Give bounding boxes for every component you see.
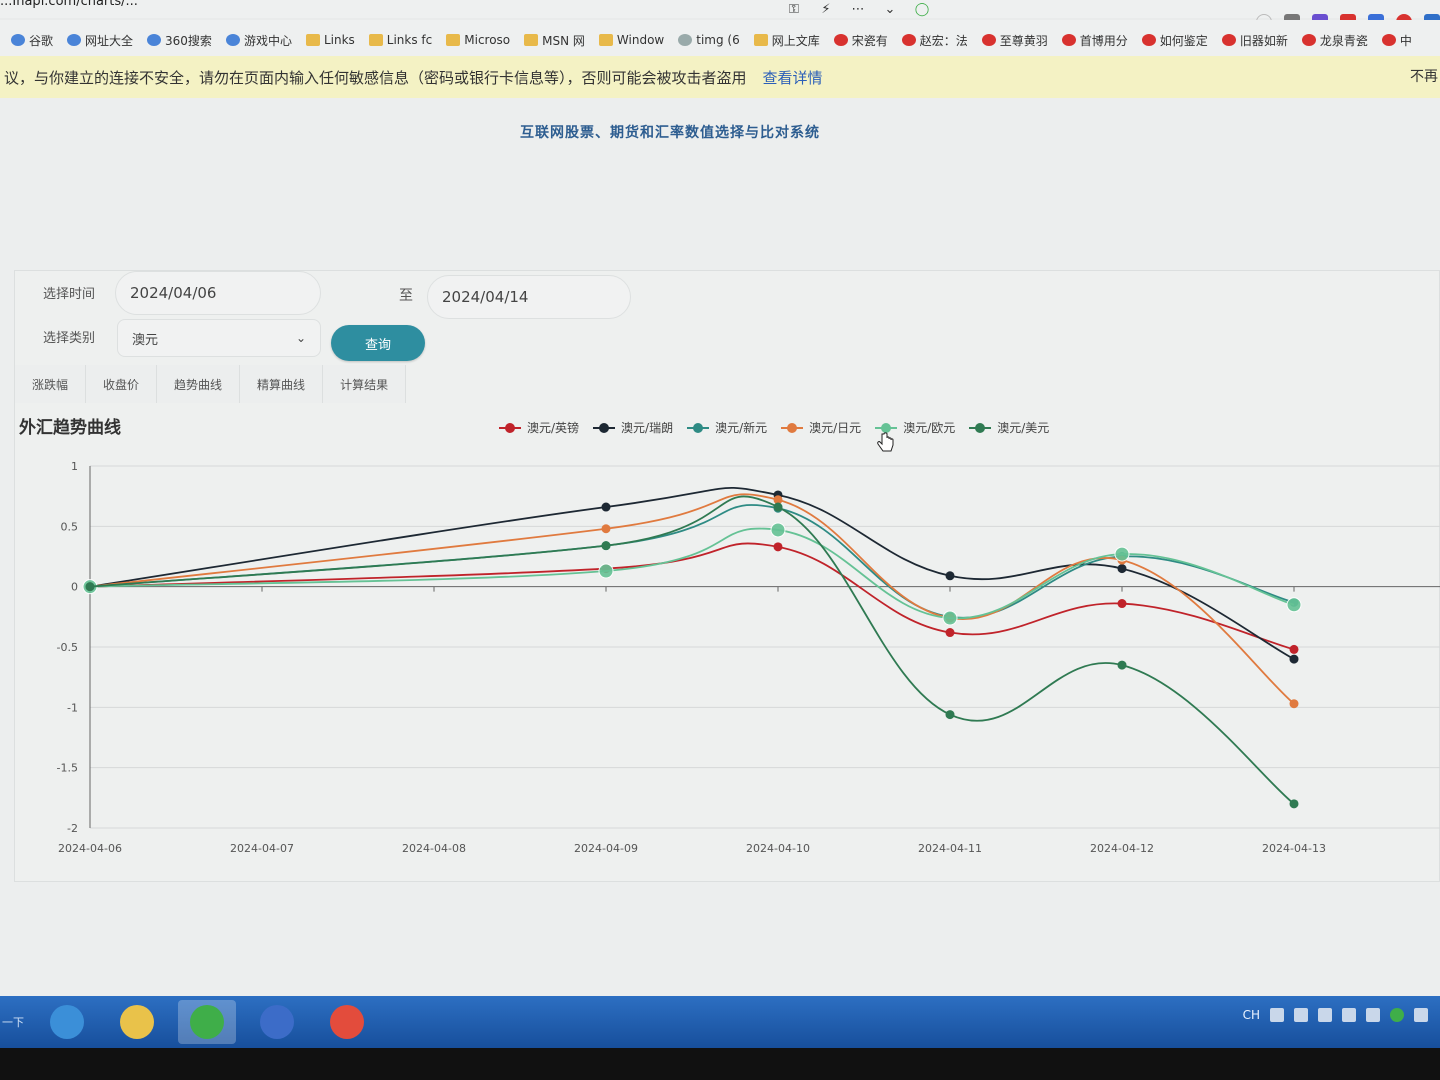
360-browser-icon <box>190 1005 224 1039</box>
system-tray: CH <box>1243 1008 1428 1022</box>
data-point <box>601 502 611 512</box>
windows-taskbar: 一下 CH <box>0 996 1440 1048</box>
x-tick-label: 2024-04-10 <box>746 842 810 855</box>
start-button[interactable]: 一下 <box>0 996 26 1048</box>
y-tick-label: -2 <box>67 822 78 835</box>
y-tick-label: -1.5 <box>57 762 78 775</box>
data-point <box>601 524 611 534</box>
360-tray-icon[interactable] <box>1390 1008 1404 1022</box>
taskbar-app[interactable] <box>318 1000 376 1044</box>
data-point <box>1114 546 1130 562</box>
y-tick-label: -0.5 <box>57 641 78 654</box>
x-tick-label: 2024-04-09 <box>574 842 638 855</box>
y-tick-label: 0 <box>71 581 78 594</box>
data-point <box>85 582 95 592</box>
ime-indicator[interactable]: CH <box>1243 1008 1260 1022</box>
trend-chart: 1 0.5 0 -0.5 -1 -1.5 -2 2024-04-06 2024-04-07 202… <box>57 460 1440 855</box>
data-point <box>770 522 786 538</box>
series-line <box>89 495 1295 805</box>
data-point <box>942 610 958 626</box>
data-point <box>1117 564 1127 574</box>
data-point <box>1289 699 1299 709</box>
volume-icon[interactable] <box>1366 1008 1380 1022</box>
data-point <box>945 710 955 720</box>
network-icon[interactable] <box>1342 1008 1356 1022</box>
taskbar-app[interactable] <box>38 1000 96 1044</box>
y-tick-label: 0.5 <box>61 520 79 533</box>
monitor-bezel <box>0 1048 1440 1080</box>
series-line <box>89 504 1295 619</box>
series-line <box>89 493 1295 705</box>
y-tick-label: 1 <box>71 460 78 473</box>
help-icon[interactable] <box>1294 1008 1308 1022</box>
chrome-icon <box>330 1005 364 1039</box>
explorer-folder-icon <box>120 1005 154 1039</box>
x-tick-label: 2024-04-07 <box>230 842 294 855</box>
data-point <box>1289 654 1299 664</box>
data-point <box>1289 799 1299 809</box>
flash-icon <box>260 1005 294 1039</box>
x-tick-label: 2024-04-11 <box>918 842 982 855</box>
x-tick-label: 2024-04-12 <box>1090 842 1154 855</box>
data-point <box>773 502 783 512</box>
data-point <box>1286 597 1302 613</box>
y-tick-label: -1 <box>67 701 78 714</box>
taskbar-apps <box>26 1000 376 1044</box>
data-point <box>598 563 614 579</box>
x-tick-label: 2024-04-13 <box>1262 842 1326 855</box>
x-tick-label: 2024-04-08 <box>402 842 466 855</box>
data-point <box>1117 660 1127 670</box>
taskbar-app[interactable] <box>178 1000 236 1044</box>
flag-icon[interactable] <box>1414 1008 1428 1022</box>
data-point <box>1289 644 1299 654</box>
data-point <box>945 571 955 581</box>
x-tick-label: 2024-04-06 <box>58 842 122 855</box>
data-point <box>945 628 955 638</box>
taskbar-app[interactable] <box>248 1000 306 1044</box>
data-point <box>601 541 611 551</box>
ie-icon <box>50 1005 84 1039</box>
keyboard-icon[interactable] <box>1270 1008 1284 1022</box>
data-point <box>773 542 783 552</box>
cloud-icon[interactable] <box>1318 1008 1332 1022</box>
data-point <box>1117 599 1127 609</box>
taskbar-app[interactable] <box>108 1000 166 1044</box>
